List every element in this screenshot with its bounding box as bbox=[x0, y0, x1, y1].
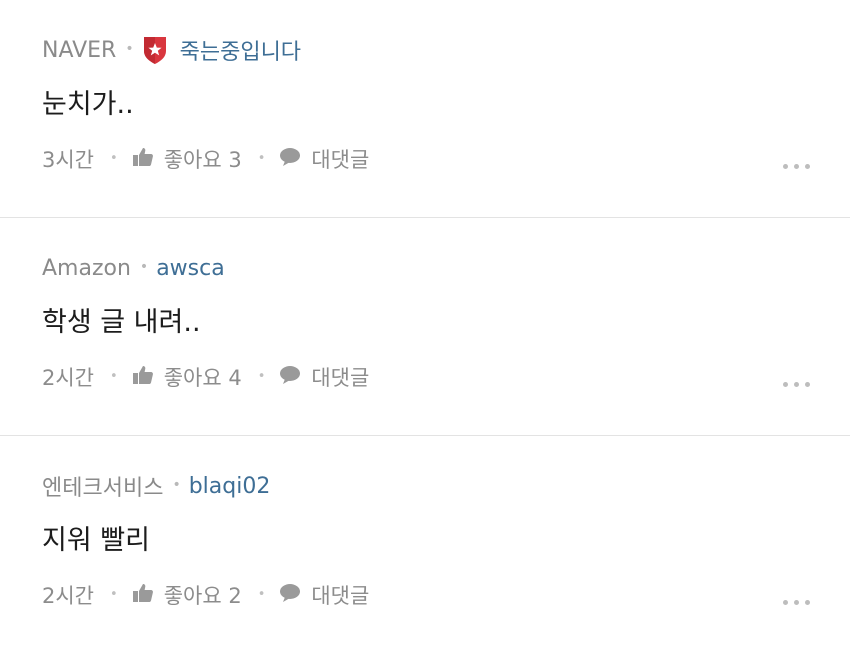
like-count-label: 좋아요 2 bbox=[163, 584, 242, 608]
comment-item: NAVER • 죽는중입니다 눈치가.. 3시간 • 좋아요 3 • 대댓글 bbox=[0, 0, 850, 218]
like-button[interactable]: 좋아요 2 bbox=[132, 580, 242, 610]
thumbs-up-icon bbox=[132, 365, 154, 390]
company-name: Amazon bbox=[42, 255, 131, 281]
more-dot bbox=[794, 164, 799, 169]
reply-label: 대댓글 bbox=[311, 584, 370, 608]
speech-bubble-icon bbox=[279, 583, 301, 608]
separator-dot: • bbox=[110, 368, 118, 384]
company-name: NAVER bbox=[42, 37, 117, 63]
comment-text: 눈치가.. bbox=[42, 89, 134, 120]
comment-footer: 2시간 • 좋아요 2 • 대댓글 bbox=[42, 578, 369, 612]
reply-label: 대댓글 bbox=[311, 366, 370, 390]
comment-text: 지워 빨리 bbox=[42, 525, 150, 556]
reply-button[interactable]: 대댓글 bbox=[279, 362, 369, 392]
separator-dot: • bbox=[125, 41, 134, 57]
more-dot bbox=[783, 164, 788, 169]
reply-button[interactable]: 대댓글 bbox=[279, 580, 369, 610]
like-button[interactable]: 좋아요 3 bbox=[132, 144, 242, 174]
comment-footer: 3시간 • 좋아요 3 • 대댓글 bbox=[42, 142, 369, 176]
like-count-label: 좋아요 4 bbox=[163, 366, 242, 390]
separator-dot: • bbox=[257, 368, 266, 384]
comment-item: 엔테크서비스 • blaqi02 지워 빨리 2시간 • 좋아요 2 • 대댓글 bbox=[0, 436, 850, 647]
comment-meta: 엔테크서비스 • blaqi02 bbox=[42, 469, 270, 503]
more-dot bbox=[805, 600, 810, 605]
timestamp: 2시간 bbox=[42, 584, 95, 608]
timestamp: 2시간 bbox=[42, 366, 95, 390]
more-options-icon[interactable] bbox=[783, 164, 810, 169]
author-name[interactable]: blaqi02 bbox=[189, 474, 271, 499]
comment-footer: 2시간 • 좋아요 4 • 대댓글 bbox=[42, 360, 369, 394]
more-dot bbox=[783, 600, 788, 605]
speech-bubble-icon bbox=[279, 147, 301, 172]
more-dot bbox=[794, 600, 799, 605]
like-count-label: 좋아요 3 bbox=[163, 148, 242, 172]
company-name: 엔테크서비스 bbox=[42, 476, 164, 501]
timestamp: 3시간 bbox=[42, 148, 95, 172]
separator-dot: • bbox=[172, 477, 181, 493]
comment-item: Amazon • awsca 학생 글 내려.. 2시간 • 좋아요 4 • 대… bbox=[0, 218, 850, 436]
separator-dot: • bbox=[110, 586, 118, 602]
shield-star-icon bbox=[142, 35, 168, 65]
thumbs-up-icon bbox=[132, 147, 154, 172]
author-name[interactable]: 죽는중입니다 bbox=[180, 34, 301, 66]
more-dot bbox=[783, 382, 788, 387]
more-options-icon[interactable] bbox=[783, 600, 810, 605]
thumbs-up-icon bbox=[132, 583, 154, 608]
reply-button[interactable]: 대댓글 bbox=[279, 144, 369, 174]
comment-meta: Amazon • awsca bbox=[42, 251, 225, 285]
reply-label: 대댓글 bbox=[311, 148, 370, 172]
like-button[interactable]: 좋아요 4 bbox=[132, 362, 242, 392]
author-name[interactable]: awsca bbox=[156, 256, 225, 281]
more-options-icon[interactable] bbox=[783, 382, 810, 387]
comment-text: 학생 글 내려.. bbox=[42, 307, 201, 338]
separator-dot: • bbox=[110, 150, 118, 166]
speech-bubble-icon bbox=[279, 365, 301, 390]
separator-dot: • bbox=[139, 259, 149, 275]
more-dot bbox=[805, 382, 810, 387]
separator-dot: • bbox=[257, 150, 266, 166]
more-dot bbox=[794, 382, 799, 387]
comment-meta: NAVER • 죽는중입니다 bbox=[42, 33, 301, 67]
separator-dot: • bbox=[257, 586, 266, 602]
more-dot bbox=[805, 164, 810, 169]
